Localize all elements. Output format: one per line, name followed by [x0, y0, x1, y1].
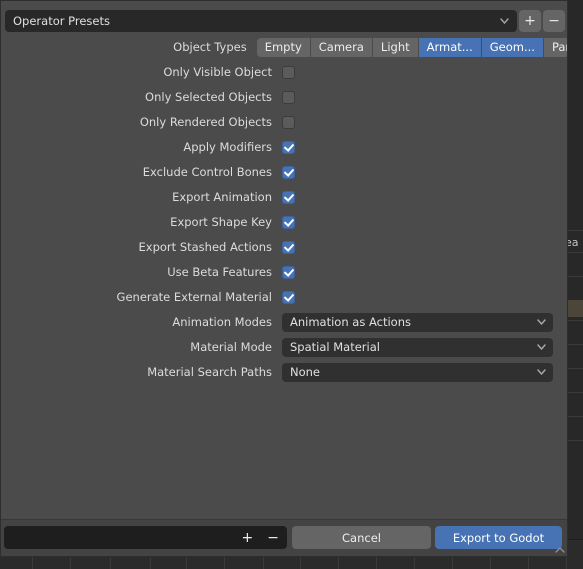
add-preset-button[interactable]: + [519, 10, 541, 32]
checkbox-label: Only Selected Objects [145, 90, 272, 104]
checkbox-row-only-rendered-objects: Only Rendered Objects [1, 112, 567, 132]
use-beta-features-checkbox[interactable] [282, 265, 295, 279]
animation-modes-dropdown[interactable]: Animation as Actions [282, 312, 553, 332]
checkbox-row-apply-modifiers: Apply Modifiers [1, 137, 567, 157]
remove-preset-button[interactable]: − [543, 10, 565, 32]
checkbox-label: Apply Modifiers [183, 140, 272, 154]
generate-external-material-checkbox[interactable] [282, 290, 295, 304]
object-type-toggle-light[interactable]: Light [372, 37, 419, 57]
dialog-footer: + − Cancel Export to Godot [1, 519, 567, 556]
object-type-toggle-particle[interactable]: Particle [543, 37, 567, 57]
decrement-button[interactable]: − [267, 531, 279, 545]
material-mode-dropdown[interactable]: Spatial Material [282, 337, 553, 357]
chevron-up-icon[interactable] [553, 544, 567, 555]
checkbox-row-use-beta-features: Use Beta Features [1, 262, 567, 282]
checkbox-row-export-animation: Export Animation [1, 187, 567, 207]
increment-button[interactable]: + [242, 531, 254, 545]
checkbox-row-export-shape-key: Export Shape Key [1, 212, 567, 232]
material-mode-value: Spatial Material [290, 340, 380, 354]
checkbox-row-only-visible-object: Only Visible Object [1, 62, 567, 82]
export-shape-key-checkbox[interactable] [282, 215, 295, 229]
operator-presets-row: Operator Presets + − [5, 10, 565, 32]
row-animation-modes: Animation Modes Animation as Actions [1, 312, 567, 332]
chevron-down-icon [537, 319, 546, 325]
chevron-down-icon [537, 369, 546, 375]
object-types-toggle-group: Empty Camera Light Armat... Geom... Part… [256, 37, 567, 57]
checkbox-label: Exclude Control Bones [142, 165, 272, 179]
material-mode-label: Material Mode [190, 340, 272, 354]
apply-modifiers-checkbox[interactable] [282, 140, 295, 154]
operator-presets-value: Operator Presets [13, 14, 110, 28]
chevron-down-icon [537, 344, 546, 350]
only-selected-objects-checkbox[interactable] [282, 90, 295, 104]
only-rendered-objects-checkbox[interactable] [282, 115, 295, 129]
checkbox-row-export-stashed-actions: Export Stashed Actions [1, 237, 567, 257]
export-stashed-actions-checkbox[interactable] [282, 240, 295, 254]
object-type-toggle-empty[interactable]: Empty [256, 37, 311, 57]
material-search-paths-value: None [290, 365, 321, 379]
export-animation-checkbox[interactable] [282, 190, 295, 204]
only-visible-object-checkbox[interactable] [282, 65, 295, 79]
object-type-toggle-geometry[interactable]: Geom... [481, 37, 544, 57]
checkbox-label: Export Shape Key [170, 215, 272, 229]
checkbox-row-generate-external-material: Generate External Material [1, 287, 567, 307]
export-to-godot-button[interactable]: Export to Godot [435, 526, 562, 549]
object-type-toggle-camera[interactable]: Camera [310, 37, 373, 57]
operator-presets-dropdown[interactable]: Operator Presets [5, 10, 517, 32]
checkbox-label: Only Rendered Objects [139, 115, 272, 129]
animation-modes-value: Animation as Actions [290, 315, 411, 329]
row-material-search-paths: Material Search Paths None [1, 362, 567, 382]
exclude-control-bones-checkbox[interactable] [282, 165, 295, 179]
export-to-godot-dialog: Operator Presets + − Object Types Empty … [0, 0, 568, 557]
chevron-down-icon [500, 18, 509, 24]
cancel-button[interactable]: Cancel [292, 526, 431, 549]
object-types-row: Object Types Empty Camera Light Armat...… [1, 37, 567, 57]
object-type-toggle-armature[interactable]: Armat... [418, 37, 482, 57]
filename-input[interactable]: + − [4, 526, 287, 549]
checkbox-label: Generate External Material [116, 290, 272, 304]
material-search-paths-label: Material Search Paths [147, 365, 272, 379]
checkbox-label: Use Beta Features [167, 265, 272, 279]
checkbox-label: Only Visible Object [163, 65, 272, 79]
animation-modes-label: Animation Modes [172, 315, 272, 329]
checkbox-label: Export Animation [172, 190, 272, 204]
object-types-label: Object Types [173, 40, 247, 54]
checkbox-row-only-selected-objects: Only Selected Objects [1, 87, 567, 107]
checkbox-row-exclude-control-bones: Exclude Control Bones [1, 162, 567, 182]
row-material-mode: Material Mode Spatial Material [1, 337, 567, 357]
checkbox-label: Export Stashed Actions [138, 240, 272, 254]
material-search-paths-dropdown[interactable]: None [282, 362, 553, 382]
